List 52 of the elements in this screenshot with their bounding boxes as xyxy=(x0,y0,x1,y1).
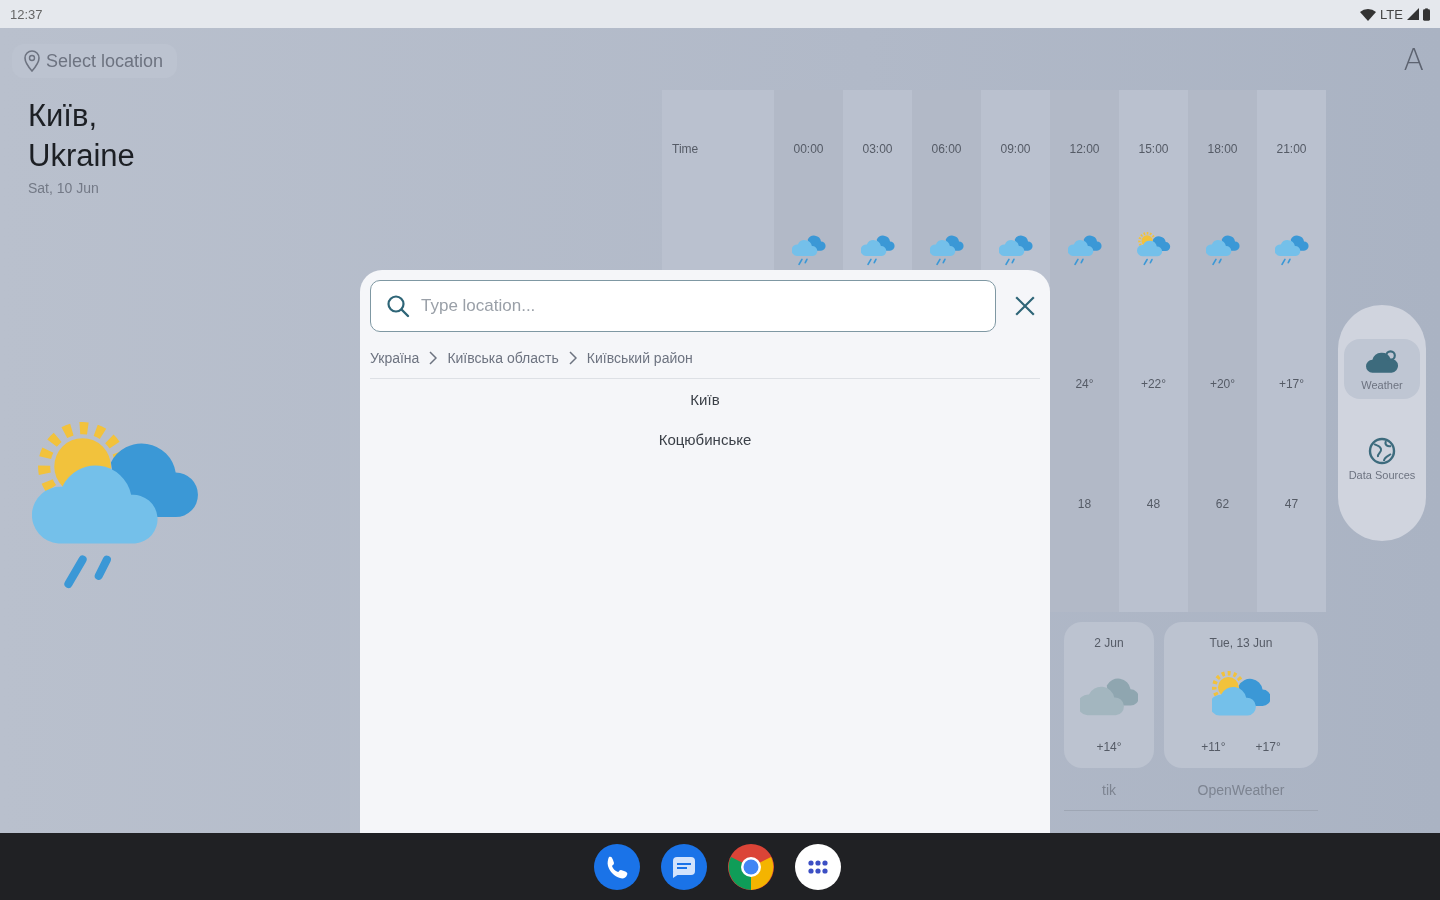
breadcrumb-link[interactable]: Київський район xyxy=(586,350,693,366)
humidity-value: 62 xyxy=(1215,497,1230,511)
hour-label: 06:00 xyxy=(931,142,962,156)
nav-item[interactable]: Data Sources xyxy=(1344,427,1420,489)
font-button[interactable]: A xyxy=(1401,42,1426,77)
messages-app-icon[interactable] xyxy=(660,843,707,890)
humidity-value: 47 xyxy=(1284,497,1299,511)
phone-app-icon[interactable] xyxy=(593,843,640,890)
temperature-value: +22° xyxy=(1140,377,1167,391)
row-label: Time xyxy=(672,142,699,156)
select-location-button[interactable]: Select location xyxy=(12,44,178,78)
battery-icon xyxy=(1423,7,1430,21)
humidity-value: 18 xyxy=(1077,497,1092,511)
breadcrumb-link[interactable]: Київська область xyxy=(447,350,559,366)
cloud-icon[interactable] xyxy=(1366,349,1398,375)
browser-app-icon[interactable] xyxy=(727,843,774,890)
search-icon xyxy=(386,294,410,318)
network-type: LTE xyxy=(1380,6,1403,22)
hour-label: 18:00 xyxy=(1207,142,1238,156)
close-icon xyxy=(1014,295,1036,317)
hour-label: 03:00 xyxy=(862,142,893,156)
location-result[interactable]: Київ xyxy=(670,379,740,419)
temperature-value: +20° xyxy=(1209,377,1236,391)
hour-label: 00:00 xyxy=(793,142,824,156)
day-date: Tue, 13 Jun xyxy=(1209,636,1273,650)
signal-icon xyxy=(1407,8,1419,20)
chevron-right-icon xyxy=(568,351,577,365)
forecast-date: Sat, 10 Jun xyxy=(28,180,99,196)
location-result[interactable]: Коцюбинське xyxy=(638,419,772,459)
hour-label: 21:00 xyxy=(1276,142,1307,156)
high-temperature: +14° xyxy=(1096,740,1122,754)
day-date: 2 Jun xyxy=(1094,636,1124,650)
wifi-icon xyxy=(1360,7,1377,21)
sun-cloud-icon xyxy=(1212,671,1270,719)
low-temperature: +11° xyxy=(1201,740,1226,754)
temperature-value: +17° xyxy=(1278,377,1305,391)
humidity-value: 48 xyxy=(1146,497,1161,511)
chevron-right-icon xyxy=(429,351,438,365)
nav-item[interactable]: Weather xyxy=(1344,339,1420,399)
breadcrumb-link[interactable]: Україна xyxy=(370,350,420,366)
status-time: 12:37 xyxy=(10,6,43,22)
globe-icon[interactable] xyxy=(1368,437,1396,465)
high-temperature: +17° xyxy=(1255,740,1281,754)
location-search-field[interactable]: Type location... xyxy=(370,280,996,332)
hour-label: 12:00 xyxy=(1069,142,1100,156)
city-name: Київ, Ukraine xyxy=(28,97,136,175)
temperature-value: 24° xyxy=(1075,377,1094,391)
sun-cloud-rain-icon xyxy=(1136,232,1171,266)
location-pin-icon xyxy=(24,50,40,72)
hour-label: 09:00 xyxy=(1000,142,1031,156)
app-drawer-icon[interactable] xyxy=(794,843,841,890)
hour-label: 15:00 xyxy=(1138,142,1169,156)
